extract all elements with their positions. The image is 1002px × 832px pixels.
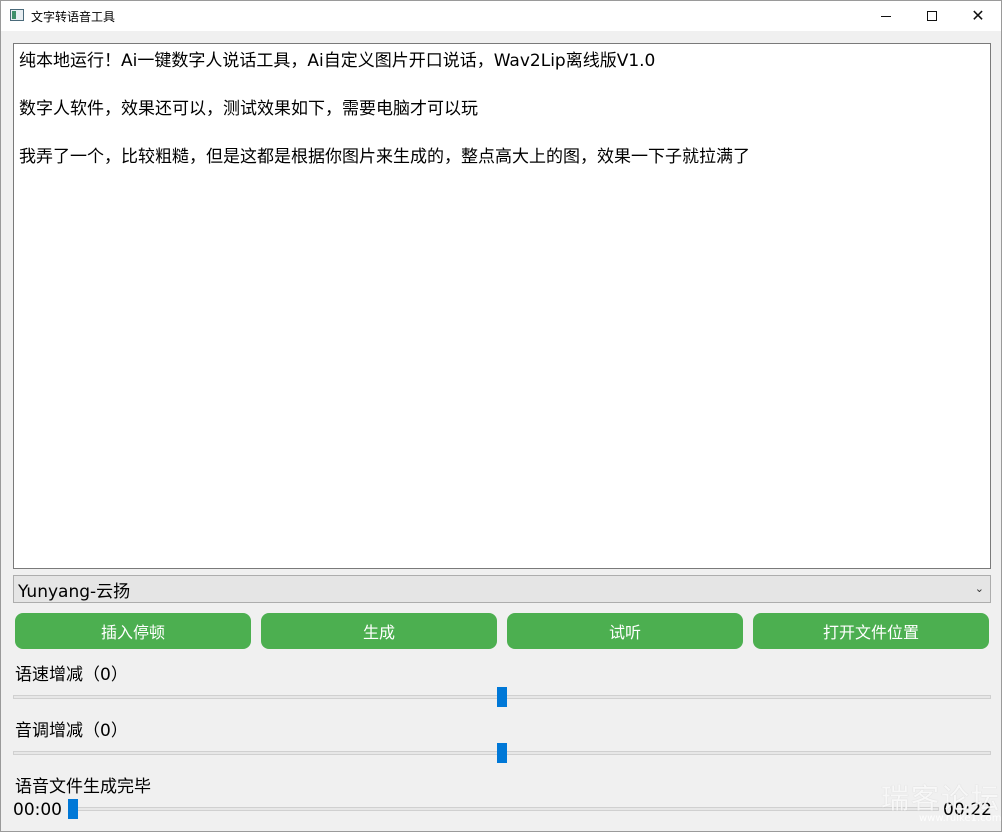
- generate-button[interactable]: 生成: [261, 613, 497, 649]
- open-file-location-button[interactable]: 打开文件位置: [753, 613, 989, 649]
- pitch-label: 音调增减（0）: [15, 721, 128, 741]
- pitch-slider-handle[interactable]: [497, 743, 507, 763]
- speed-slider-handle[interactable]: [497, 687, 507, 707]
- editor-line-1: 纯本地运行！Ai一键数字人说话工具，Ai自定义图片开口说话，Wav2Lip离线版…: [19, 51, 656, 71]
- editor-line-2: 数字人软件，效果还可以，测试效果如下，需要电脑才可以玩: [19, 99, 478, 119]
- app-icon: [10, 9, 24, 21]
- speed-label: 语速增减（0）: [15, 665, 128, 685]
- chevron-down-icon: ⌄: [974, 582, 984, 595]
- current-time: 00:00: [13, 800, 62, 820]
- watermark-text: 瑞客论坛: [881, 782, 1002, 815]
- close-icon: ✕: [971, 6, 985, 25]
- editor-line-3: 我弄了一个，比较粗糙，但是这都是根据你图片来生成的，整点高大上的图，效果一下子就…: [19, 147, 750, 167]
- progress-slider-track[interactable]: [71, 807, 939, 811]
- window-title: 文字转语音工具: [31, 10, 116, 24]
- app-window: 文字转语音工具 ✕ 纯本地运行！Ai一键数字人说话工具，Ai自定义图片开口说话，…: [0, 0, 1002, 832]
- minimize-button[interactable]: [863, 1, 909, 31]
- insert-pause-button[interactable]: 插入停顿: [15, 613, 251, 649]
- maximize-button[interactable]: [909, 1, 955, 31]
- title-bar[interactable]: 文字转语音工具 ✕: [1, 1, 1001, 31]
- text-editor[interactable]: 纯本地运行！Ai一键数字人说话工具，Ai自定义图片开口说话，Wav2Lip离线版…: [13, 43, 991, 569]
- minimize-icon: [881, 15, 891, 17]
- maximize-icon: [927, 11, 937, 21]
- close-button[interactable]: ✕: [955, 1, 1001, 31]
- watermark-sub-text: www.ruike1.com: [919, 813, 1002, 824]
- progress-slider-handle[interactable]: [68, 799, 78, 819]
- voice-dropdown[interactable]: Yunyang-云扬 ⌄: [13, 575, 991, 603]
- preview-button[interactable]: 试听: [507, 613, 743, 649]
- status-text: 语音文件生成完毕: [15, 777, 151, 797]
- voice-dropdown-value: Yunyang-云扬: [18, 581, 131, 602]
